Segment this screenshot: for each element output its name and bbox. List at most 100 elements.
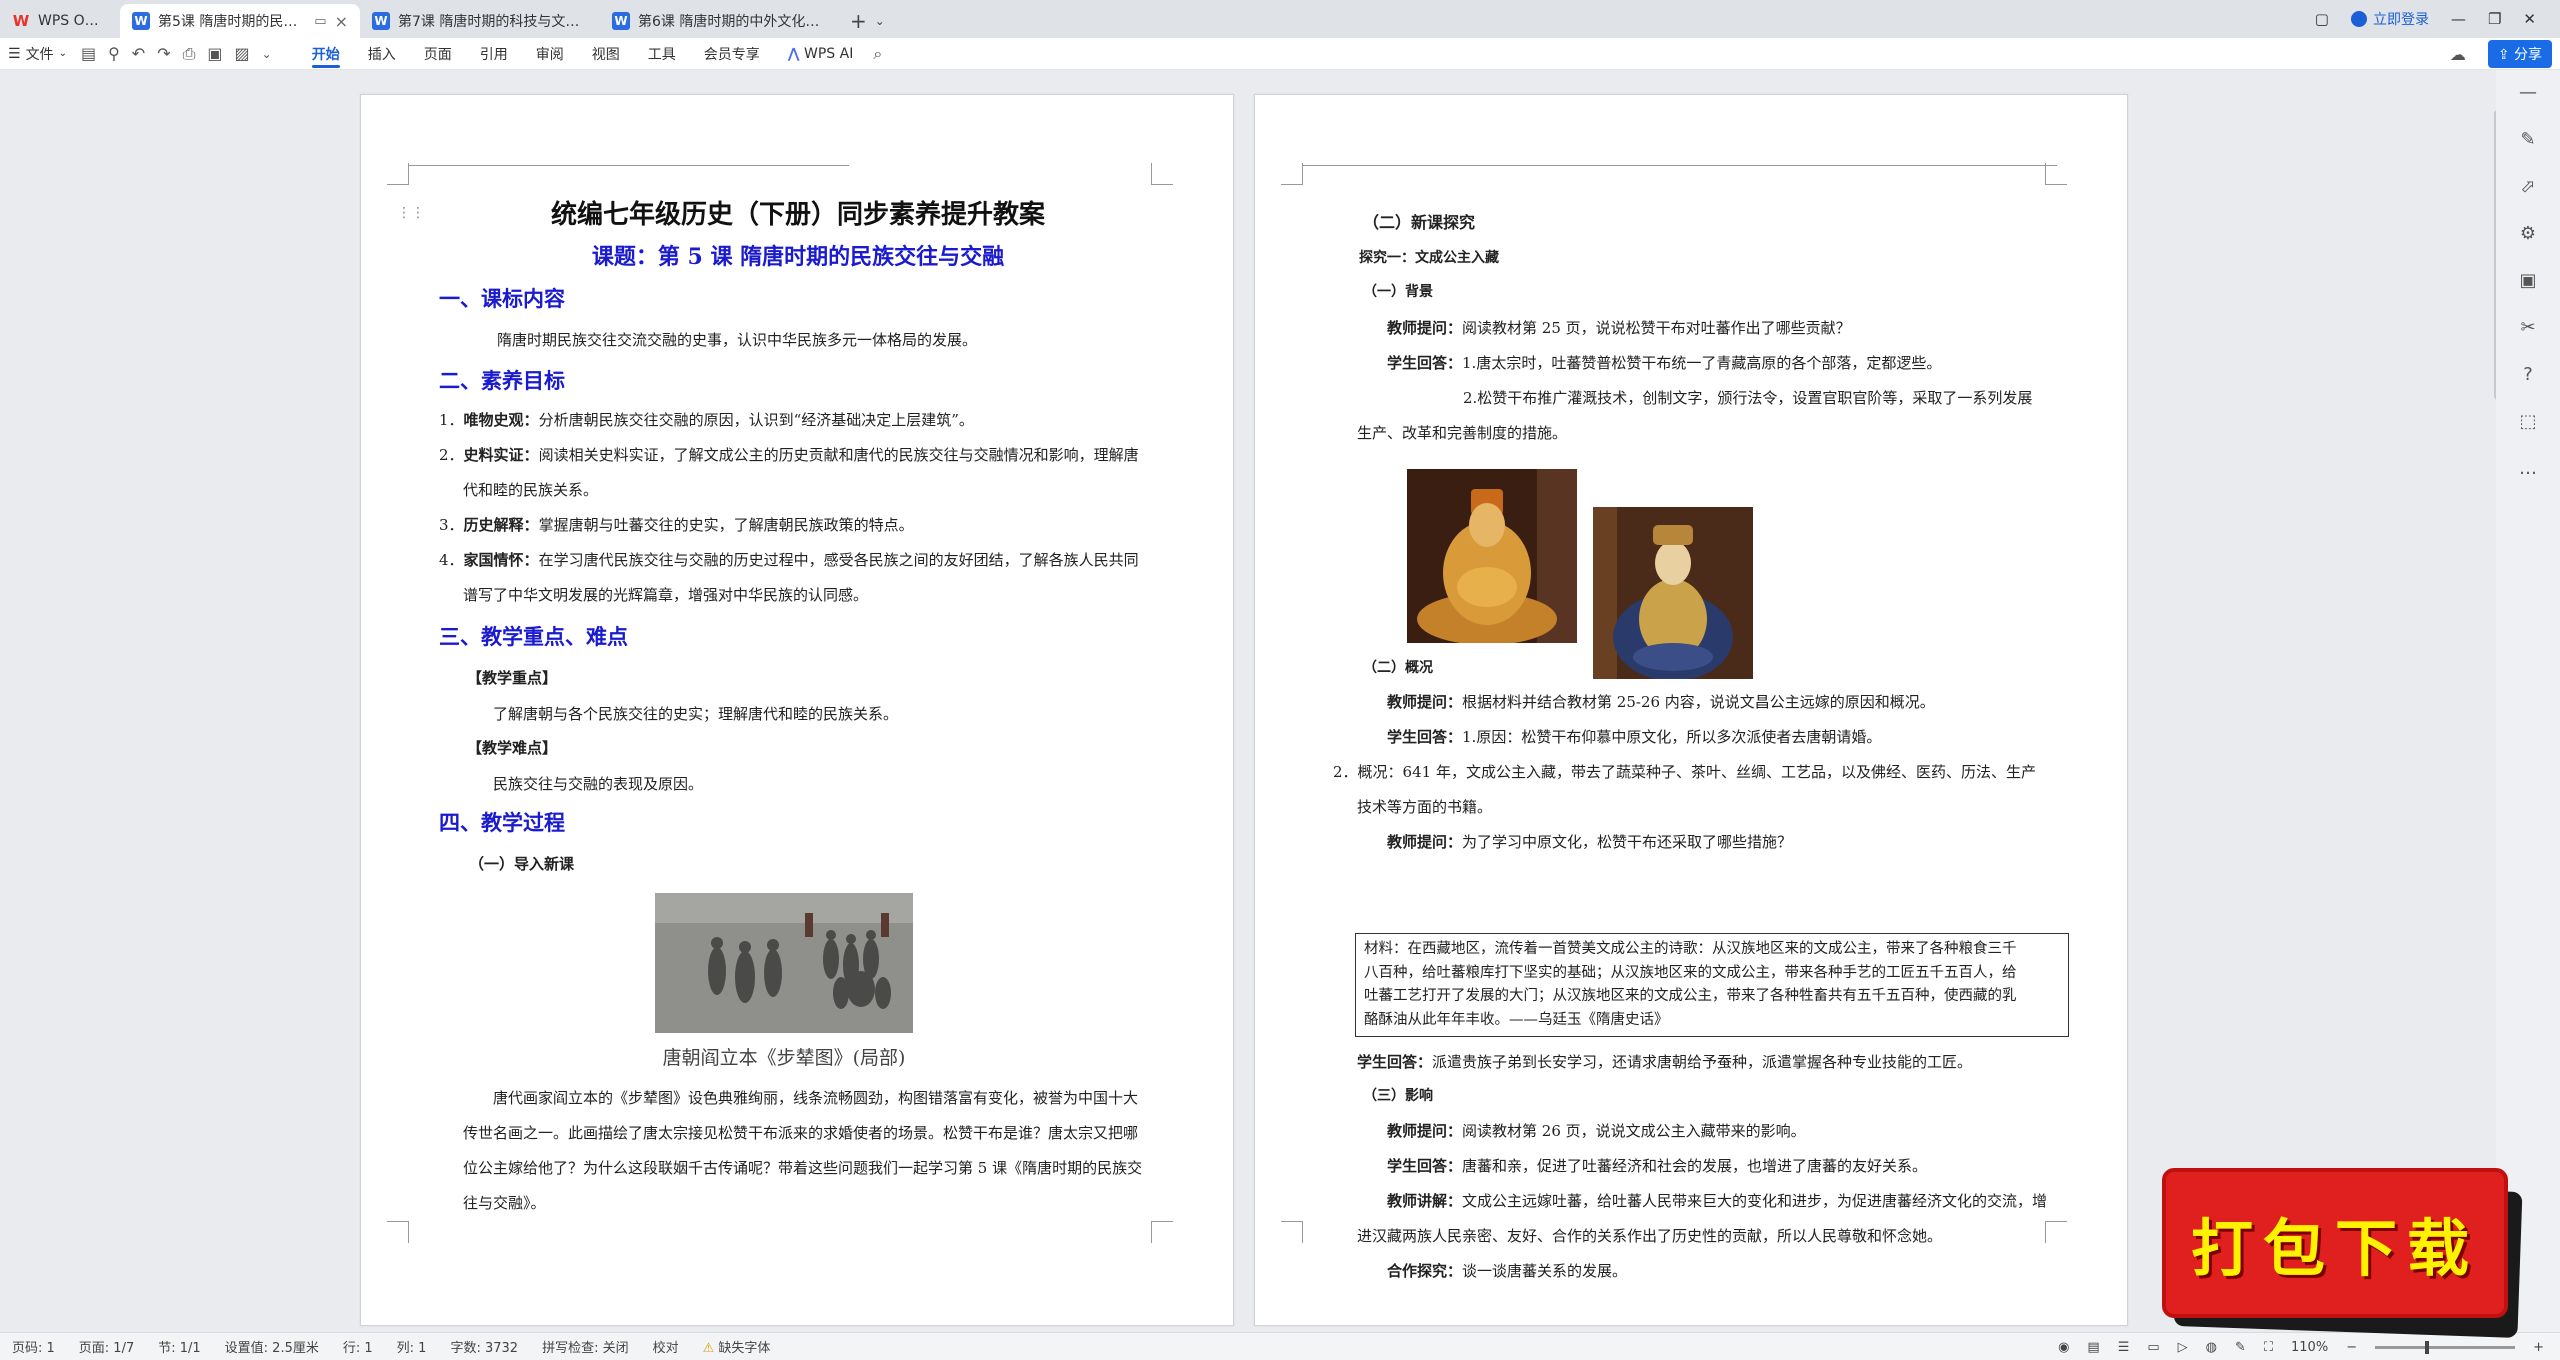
- export-icon[interactable]: ▣: [201, 44, 228, 63]
- settings-sliders-icon[interactable]: ⚙: [2520, 223, 2536, 244]
- fit-page-icon[interactable]: ⛶: [2264, 1340, 2273, 1355]
- web-view-icon[interactable]: ◍: [2206, 1340, 2217, 1355]
- close-tab-icon[interactable]: ×: [335, 12, 348, 31]
- ribbon-tab-wps-ai[interactable]: ⋀ WPS AI: [774, 38, 868, 70]
- window-layout-icon[interactable]: ▢: [2315, 10, 2329, 28]
- margin-corner: [387, 163, 409, 185]
- undo-icon[interactable]: ↶: [126, 44, 151, 63]
- image-caption: 唐朝阎立本《步辇图》(局部): [662, 1047, 906, 1069]
- chevron-down-icon[interactable]: ⌄: [256, 47, 278, 61]
- paragraph: 隋唐时期民族交往交流交融的史事，认识中华民族多元一体格局的发展。: [497, 331, 978, 349]
- zoom-in-icon[interactable]: +: [2533, 1340, 2544, 1355]
- tab-document-2[interactable]: W 第7课 隋唐时期的科技与文化（教案）: [360, 4, 600, 38]
- promo-box[interactable]: 打包下载: [2162, 1168, 2508, 1318]
- image-icon[interactable]: ▨: [229, 44, 256, 63]
- close-window-icon[interactable]: ✕: [2523, 10, 2536, 28]
- search-icon[interactable]: ⌕: [867, 44, 888, 64]
- share-button[interactable]: ⇪ 分享: [2487, 40, 2552, 68]
- section-heading: 一、课标内容: [439, 286, 565, 311]
- collapse-icon[interactable]: —: [2519, 82, 2537, 103]
- more-icon[interactable]: …: [2519, 458, 2537, 479]
- eye-protect-icon[interactable]: ◉: [2058, 1340, 2069, 1355]
- qa-label: 教师提问：: [1387, 1122, 1463, 1140]
- status-pages[interactable]: 页面: 1/7: [67, 1337, 146, 1356]
- ribbon-tab-review[interactable]: 审阅: [522, 38, 578, 70]
- read-view-icon[interactable]: ▭: [2147, 1340, 2159, 1355]
- margin-corner: [387, 1221, 409, 1243]
- write-view-icon[interactable]: ✎: [2235, 1340, 2246, 1355]
- qa-label: 学生回答：: [1387, 354, 1463, 372]
- chevron-down-icon[interactable]: ⌄: [875, 14, 885, 28]
- status-spell-check[interactable]: 拼写检查: 关闭: [530, 1337, 641, 1356]
- zoom-level[interactable]: 110%: [2291, 1340, 2328, 1355]
- redo-icon[interactable]: ↷: [151, 44, 176, 63]
- painting-image[interactable]: [655, 893, 913, 1033]
- tab-document-1[interactable]: W 第5课 隋唐时期的民族交往与交融 ▭ ×: [120, 4, 360, 38]
- cloud-sync-icon[interactable]: ☁: [2444, 45, 2472, 64]
- key-label: 【教学重点】: [467, 669, 558, 687]
- zoom-slider-knob[interactable]: [2425, 1340, 2430, 1354]
- tab-label: 第7课 隋唐时期的科技与文化（教案）: [398, 14, 588, 30]
- status-row[interactable]: 行: 1: [331, 1337, 385, 1356]
- promo-label: 打包下载: [2190, 1212, 2479, 1285]
- help-icon[interactable]: ?: [2523, 364, 2533, 385]
- goal-text-cont: 代和睦的民族关系。: [463, 481, 599, 499]
- find-icon[interactable]: ⚲: [102, 44, 126, 63]
- header-line: [1303, 165, 2057, 185]
- status-page[interactable]: 页码: 1: [0, 1337, 67, 1356]
- outline-view-icon[interactable]: ☰: [2118, 1340, 2130, 1355]
- qa-label: 学生回答：: [1387, 728, 1463, 746]
- subsection-heading: （一）背景: [1363, 284, 1433, 300]
- document-page-2[interactable]: （二）新课探究 探究一：文成公主入藏 （一）背景 教师提问：阅读教材第 25 页…: [1254, 94, 2128, 1326]
- pen-icon[interactable]: ✎: [2520, 129, 2535, 150]
- subsection-heading: （三）影响: [1363, 1088, 1433, 1104]
- status-missing-font[interactable]: ⚠ 缺失字体: [691, 1337, 783, 1356]
- status-word-count[interactable]: 字数: 3732: [438, 1337, 530, 1356]
- tools-icon[interactable]: ✂: [2520, 317, 2535, 338]
- share-doc-icon[interactable]: ⬚: [2519, 411, 2536, 432]
- exploration-heading: 探究一：文成公主入藏: [1359, 250, 1499, 266]
- qa-text: 阅读教材第 26 页，说说文成公主入藏带来的影响。: [1462, 1122, 1806, 1140]
- chevron-down-icon: ⌄: [58, 48, 67, 59]
- section-heading: 四、教学过程: [439, 810, 565, 835]
- save-icon[interactable]: ▤: [75, 44, 102, 63]
- download-promo-badge[interactable]: 打包下载: [2162, 1168, 2523, 1338]
- ribbon-tab-home[interactable]: 开始: [298, 38, 354, 70]
- ribbon-tab-tools[interactable]: 工具: [634, 38, 690, 70]
- qa-text: 唐蕃和亲，促进了吐蕃经济和社会的发展，也增进了唐蕃的友好关系。: [1462, 1157, 1928, 1175]
- goal-text-cont: 谱写了中华文明发展的光辉篇章，增强对中华民族的认同感。: [463, 586, 869, 604]
- zoom-out-icon[interactable]: −: [2346, 1340, 2357, 1355]
- ribbon-tab-view[interactable]: 视图: [578, 38, 634, 70]
- qa-text: 阅读教材第 25 页，说说松赞干布对吐蕃作出了哪些贡献？: [1462, 319, 1851, 337]
- page-view-icon[interactable]: ▤: [2087, 1340, 2099, 1355]
- file-menu-button[interactable]: ☰ 文件 ⌄: [0, 38, 75, 70]
- princess-statue-image[interactable]: [1593, 507, 1753, 679]
- status-proofread[interactable]: 校对: [641, 1337, 691, 1356]
- play-icon[interactable]: ▷: [2178, 1340, 2188, 1355]
- login-button[interactable]: 立即登录: [2350, 9, 2429, 29]
- tab-wps-home[interactable]: W WPS Office: [0, 4, 120, 38]
- new-tab-button[interactable]: + ⌄: [840, 4, 895, 38]
- tab-document-3[interactable]: W 第6课 隋唐时期的中外文化交流（教案）: [600, 4, 840, 38]
- goal-label: 唯物史观：: [463, 411, 539, 429]
- status-section[interactable]: 节: 1/1: [146, 1337, 212, 1356]
- document-page-1[interactable]: ⋮⋮ 统编七年级历史（下册）同步素养提升教案 课题：第 5 课 隋唐时期的民族交…: [360, 94, 1234, 1326]
- status-column[interactable]: 列: 1: [385, 1337, 439, 1356]
- document-canvas[interactable]: ⋮⋮ 统编七年级历史（下册）同步素养提升教案 课题：第 5 课 隋唐时期的民族交…: [0, 70, 2496, 1332]
- restore-icon[interactable]: ❐: [2488, 10, 2501, 28]
- minimize-icon[interactable]: —: [2451, 10, 2466, 28]
- zoom-slider[interactable]: [2375, 1340, 2516, 1354]
- status-setting[interactable]: 设置值: 2.5厘米: [213, 1337, 331, 1356]
- buddha-statue-image[interactable]: [1407, 469, 1577, 643]
- select-icon[interactable]: ⬀: [2520, 176, 2535, 197]
- image-tool-icon[interactable]: ▣: [2519, 270, 2536, 291]
- share-icon: ⇪: [2497, 47, 2510, 63]
- ribbon-tab-page[interactable]: 页面: [410, 38, 466, 70]
- ribbon-tab-member[interactable]: 会员专享: [690, 38, 774, 70]
- paragraph: 了解唐朝与各个民族交往的史实；理解唐代和睦的民族关系。: [493, 705, 899, 723]
- print-icon[interactable]: ⎙: [177, 44, 202, 64]
- ribbon-tab-insert[interactable]: 插入: [354, 38, 410, 70]
- ribbon-tab-reference[interactable]: 引用: [466, 38, 522, 70]
- doc-subtitle: 课题：第 5 课 隋唐时期的民族交往与交融: [591, 244, 1005, 270]
- qa-line-cont: 技术等方面的书籍。: [1357, 798, 1493, 816]
